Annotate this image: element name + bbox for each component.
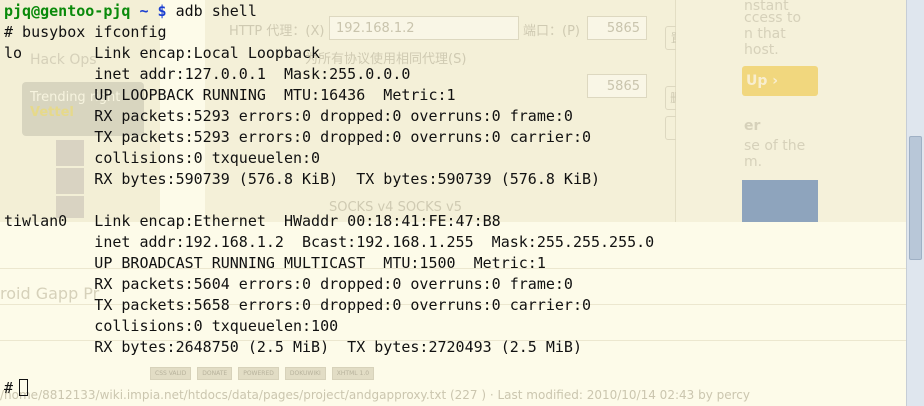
terminal-output-line: TX packets:5658 errors:0 dropped:0 overr… bbox=[4, 296, 591, 314]
terminal-output-line: # busybox ifconfig bbox=[4, 23, 167, 41]
prompt-user-host: pjq@gentoo-pjq bbox=[4, 2, 131, 20]
scrollbar-thumb[interactable] bbox=[909, 136, 922, 260]
terminal-output-line: tiwlan0 Link encap:Ethernet HWaddr 00:18… bbox=[4, 212, 501, 230]
text-cursor bbox=[19, 379, 29, 396]
terminal-output-line: collisions:0 txqueuelen:0 bbox=[4, 149, 321, 167]
terminal-output-line: TX packets:5293 errors:0 dropped:0 overr… bbox=[4, 128, 591, 146]
terminal-output-line: RX packets:5604 errors:0 dropped:0 overr… bbox=[4, 275, 573, 293]
vertical-scrollbar[interactable] bbox=[906, 0, 924, 406]
terminal-output-line: inet addr:192.168.1.2 Bcast:192.168.1.25… bbox=[4, 233, 655, 251]
terminal-output-line: collisions:0 txqueuelen:100 bbox=[4, 317, 339, 335]
terminal-window[interactable]: pjq@gentoo-pjq ~ $ adb shell # busybox i… bbox=[0, 0, 906, 406]
terminal-output-line: RX bytes:590739 (576.8 KiB) TX bytes:590… bbox=[4, 170, 601, 188]
terminal-output-line: UP LOOPBACK RUNNING MTU:16436 Metric:1 bbox=[4, 86, 456, 104]
prompt-directory: ~ bbox=[139, 2, 149, 20]
terminal-output-line: UP BROADCAST RUNNING MULTICAST MTU:1500 … bbox=[4, 254, 546, 272]
prompt-command: adb shell bbox=[175, 2, 257, 20]
terminal-output-line: inet addr:127.0.0.1 Mask:255.0.0.0 bbox=[4, 65, 411, 83]
prompt-symbol: $ bbox=[157, 2, 167, 20]
terminal-output-line: RX packets:5293 errors:0 dropped:0 overr… bbox=[4, 107, 573, 125]
shell-prompt: # bbox=[4, 379, 14, 397]
terminal-output-line: lo Link encap:Local Loopback bbox=[4, 44, 321, 62]
terminal-prompt-line: pjq@gentoo-pjq ~ $ adb shell bbox=[4, 1, 257, 21]
terminal-input-line[interactable]: # bbox=[4, 378, 29, 398]
terminal-output-line: RX bytes:2648750 (2.5 MiB) TX bytes:2720… bbox=[4, 338, 582, 356]
